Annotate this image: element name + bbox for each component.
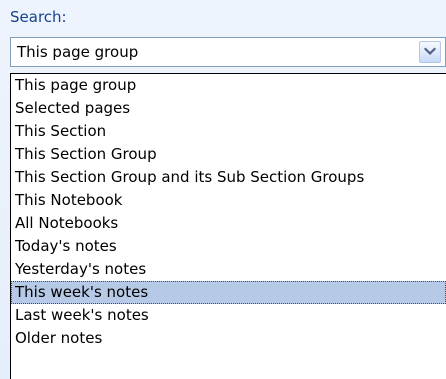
- option-selected-pages[interactable]: Selected pages: [11, 97, 446, 120]
- option-all-notebooks[interactable]: All Notebooks: [11, 212, 446, 235]
- option-this-weeks-notes[interactable]: This week's notes: [11, 281, 446, 304]
- option-this-notebook[interactable]: This Notebook: [11, 189, 446, 212]
- chevron-down-icon: [424, 47, 436, 56]
- search-scope-dropdown-list: This page group Selected pages This Sect…: [10, 73, 446, 379]
- option-todays-notes[interactable]: Today's notes: [11, 235, 446, 258]
- option-this-section[interactable]: This Section: [11, 120, 446, 143]
- option-this-section-group[interactable]: This Section Group: [11, 143, 446, 166]
- option-older-notes[interactable]: Older notes: [11, 327, 446, 350]
- search-panel: Search: This page group This page group …: [0, 0, 446, 379]
- dropdown-button[interactable]: [419, 41, 441, 63]
- option-this-section-group-and-subgroups[interactable]: This Section Group and its Sub Section G…: [11, 166, 446, 189]
- search-scope-combobox[interactable]: This page group: [10, 37, 446, 67]
- option-yesterdays-notes[interactable]: Yesterday's notes: [11, 258, 446, 281]
- search-scope-value: This page group: [17, 43, 139, 61]
- option-last-weeks-notes[interactable]: Last week's notes: [11, 304, 446, 327]
- option-this-page-group[interactable]: This page group: [11, 74, 446, 97]
- search-label: Search:: [10, 8, 67, 26]
